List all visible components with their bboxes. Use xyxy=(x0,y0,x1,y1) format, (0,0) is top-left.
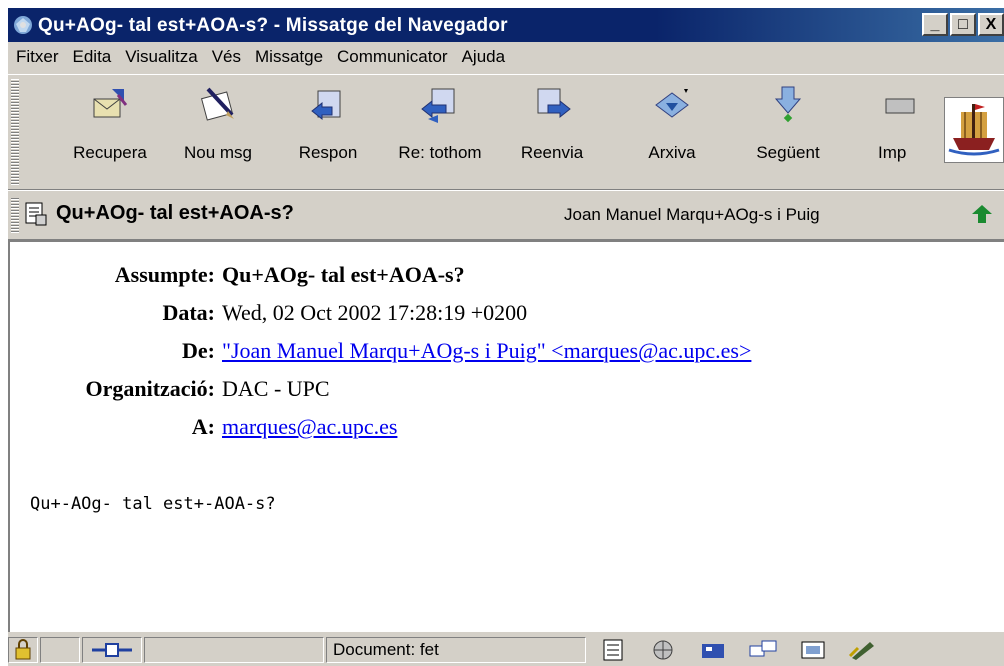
reply-button[interactable]: Respon xyxy=(278,85,378,185)
field-from-label-row: De: xyxy=(10,338,215,368)
message-header-bar: Qu+AOg- tal est+AOA-s? Joan Manuel Marqu… xyxy=(8,190,1004,240)
app-icon xyxy=(14,16,32,34)
connection-indicator[interactable] xyxy=(82,637,142,663)
field-label: De: xyxy=(182,338,215,363)
header-grip[interactable] xyxy=(11,197,19,233)
field-label: A: xyxy=(191,414,215,439)
message-body: Qu+-AOg- tal est+-AOA-s? xyxy=(30,494,276,514)
status-cell-empty xyxy=(40,637,80,663)
field-label: Organització: xyxy=(85,376,215,401)
forward-button[interactable]: Reenvia xyxy=(502,85,602,185)
title-bar[interactable]: Qu+AOg- tal est+AOA-s? - Missatge del Na… xyxy=(8,8,1004,42)
file-icon xyxy=(655,89,689,118)
ship-logo-icon xyxy=(948,104,1000,156)
get-mail-button[interactable]: Recupera xyxy=(60,85,160,185)
connection-icon xyxy=(92,643,132,657)
menu-ves[interactable]: Vés xyxy=(212,47,241,67)
minimize-button[interactable]: _ xyxy=(922,13,948,36)
component-bar xyxy=(598,638,878,662)
toolbar-grip[interactable] xyxy=(11,79,19,185)
message-icon xyxy=(25,202,47,226)
discussions-icon[interactable] xyxy=(748,638,778,662)
field-date-value: Wed, 02 Oct 2002 17:28:19 +0200 xyxy=(222,300,528,325)
field-subject-label-row: Assumpte: xyxy=(10,262,215,292)
print-button[interactable]: Imp xyxy=(878,85,938,185)
field-date-label-row: Data: xyxy=(10,300,215,330)
new-message-button[interactable]: Nou msg xyxy=(168,85,268,185)
close-button[interactable]: X xyxy=(978,13,1004,36)
browser-window: Qu+AOg- tal est+AOA-s? - Missatge del Na… xyxy=(8,8,1004,666)
header-subject: Qu+AOg- tal est+AOA-s? xyxy=(56,202,294,224)
next-icon xyxy=(774,86,802,123)
maximize-button[interactable]: □ xyxy=(950,13,976,36)
field-label: Assumpte: xyxy=(114,262,215,287)
field-from-link[interactable]: "Joan Manuel Marqu+AOg-s i Puig" <marque… xyxy=(222,338,751,364)
header-sender: Joan Manuel Marqu+AOg-s i Puig xyxy=(564,205,820,224)
get-mail-icon xyxy=(93,89,128,118)
navigation-toolbar: Recupera Nou msg Respon Re: tothom Reenv… xyxy=(8,74,1004,190)
menu-bar: Fitxer Edita Visualitza Vés Missatge Com… xyxy=(8,42,1004,72)
progress-cell xyxy=(144,637,324,663)
field-label: Data: xyxy=(162,300,215,325)
menu-communicator[interactable]: Communicator xyxy=(337,47,448,67)
status-message: Document: fet xyxy=(326,637,586,663)
forward-icon xyxy=(537,88,571,119)
field-organization-label-row: Organització: xyxy=(10,376,215,406)
menu-visualitza[interactable]: Visualitza xyxy=(125,47,197,67)
mailbox-icon[interactable] xyxy=(698,638,728,662)
next-button[interactable]: Següent xyxy=(738,85,838,185)
reply-all-icon xyxy=(421,88,455,123)
document-list-icon[interactable] xyxy=(598,638,628,662)
status-bar: Document: fet xyxy=(8,634,1004,666)
up-arrow-icon[interactable] xyxy=(970,201,996,227)
menu-missatge[interactable]: Missatge xyxy=(255,47,323,67)
field-to-link[interactable]: marques@ac.upc.es xyxy=(222,414,397,440)
field-to-label-row: A: xyxy=(10,414,215,444)
menu-ajuda[interactable]: Ajuda xyxy=(462,47,505,67)
window-title: Qu+AOg- tal est+AOA-s? - Missatge del Na… xyxy=(38,15,508,36)
security-lock[interactable] xyxy=(8,637,38,663)
pen-icon[interactable] xyxy=(848,638,878,662)
new-message-icon xyxy=(200,87,234,121)
file-button[interactable]: Arxiva xyxy=(622,85,722,185)
composer-icon[interactable] xyxy=(798,638,828,662)
reply-all-button[interactable]: Re: tothom xyxy=(390,85,490,185)
field-organization-value: DAC - UPC xyxy=(222,376,330,401)
menu-fitxer[interactable]: Fitxer xyxy=(16,47,59,67)
print-icon xyxy=(885,98,915,114)
navigator-icon[interactable] xyxy=(648,638,678,662)
lock-icon xyxy=(15,639,31,660)
menu-edita[interactable]: Edita xyxy=(73,47,112,67)
field-subject-value: Qu+AOg- tal est+AOA-s? xyxy=(222,262,465,287)
message-content: Assumpte: Qu+AOg- tal est+AOA-s? Data: W… xyxy=(8,240,1004,632)
ship-logo[interactable] xyxy=(944,97,1004,163)
reply-icon xyxy=(311,90,341,121)
